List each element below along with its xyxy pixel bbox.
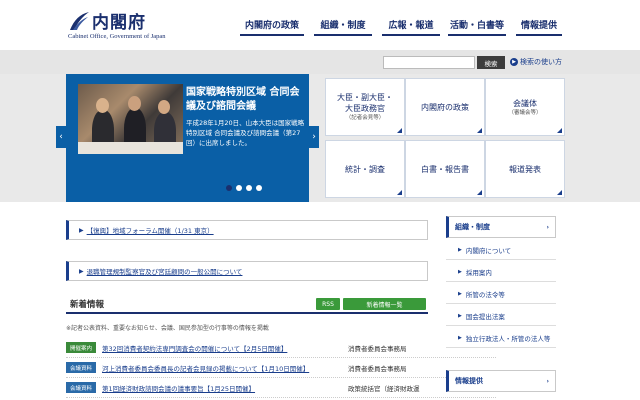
nav-policy[interactable]: 内閣府の政策 [240,14,304,36]
arrow-right-icon: ▶ [458,246,462,253]
search-input[interactable] [383,56,475,69]
corner-arrow-icon [397,128,402,133]
tile-statistics[interactable]: 統計・調査 [325,140,405,198]
news-link[interactable]: 第32回消費者契約法専門調査会の開催について【2月5日開催】 [102,343,342,353]
tile-ministers[interactable]: 大臣・副大臣・大臣政務官 （記者会見等） [325,78,405,136]
slide-title[interactable]: 国家戦略特別区域 合同会議及び諮問会議 [186,86,306,114]
search-button[interactable]: 検索 [477,56,505,69]
slider-prev-button[interactable]: ‹ [56,126,66,148]
tile-label: 白書・報告書 [421,164,469,174]
slider-next-button[interactable]: › [309,126,319,148]
notice-link[interactable]: 退職管理規制監察官及び宮廷顧問の一般公開について [87,266,243,276]
sidebar-item-agencies[interactable]: ▶ 独立行政法人・所管の法人等 [446,328,556,348]
arrow-right-icon: ▶ [458,334,462,341]
news-badge: 会議資料 [66,362,96,373]
tile-press-releases[interactable]: 報道発表 [485,140,565,198]
tile-label: 統計・調査 [345,164,385,174]
notice-link[interactable]: 【復興】地域フォーラム開催（1/31 東京） [87,225,214,235]
tile-white-papers[interactable]: 白書・報告書 [405,140,485,198]
news-badge: 開催案内 [66,342,96,353]
sidebar-item-about[interactable]: ▶ 内閣府について [446,240,556,260]
slider-dot-4[interactable] [256,185,262,191]
chevron-right-icon: › [546,223,549,231]
notice-banner-1[interactable]: ▶ 【復興】地域フォーラム開催（1/31 東京） [66,220,428,240]
nav-public-relations[interactable]: 広報・報道 [382,14,440,36]
news-row: 開催案内 第32回消費者契約法専門調査会の開催について【2月5日開催】 消費者委… [66,338,496,358]
news-title: 新着情報 [70,300,105,310]
notice-banner-2[interactable]: ▶ 退職管理規制監察官及び宮廷顧問の一般公開について [66,261,428,281]
tile-label: 内閣府の政策 [421,102,469,112]
tile-councils[interactable]: 会議体 （審議会等） [485,78,565,136]
nav-information[interactable]: 情報提供 [516,14,562,36]
search-help-label: 検索の使い方 [520,58,562,66]
news-row: 会議資料 第1回経済財政諮問会議の議事要旨【1月25日開催】 政策統括官（経済財… [66,378,496,398]
slider-dot-1[interactable] [226,185,232,191]
nav-organization[interactable]: 組織・制度 [314,14,372,36]
sidebar-item-recruit[interactable]: ▶ 採用案内 [446,262,556,282]
search-help-link[interactable]: ▶ 検索の使い方 [510,57,562,67]
paulownia-logo-icon[interactable] [68,10,90,32]
arrow-right-icon: ▶ [458,290,462,297]
slider-dot-3[interactable] [246,185,252,191]
tile-label: 報道発表 [509,164,541,174]
tile-sublabel: （記者会見等） [345,115,385,121]
circle-arrow-icon: ▶ [510,58,518,66]
news-list-button[interactable]: 新着情報一覧 [343,298,426,310]
news-org: 消費者委員会事務局 [348,344,407,353]
tile-label: 大臣・副大臣・大臣政務官 [337,93,393,113]
tile-sublabel: （審議会等） [508,109,542,116]
sidebar-item-label: 独立行政法人・所管の法人等 [465,334,551,343]
news-link[interactable]: 第1回経済財政諮問会議の議事要旨【1月25日開催】 [102,383,342,393]
arrow-right-icon: ▶ [79,267,84,275]
slide-photo[interactable] [78,84,183,154]
chevron-right-icon: › [546,377,549,385]
arrow-right-icon: ▶ [79,226,84,234]
corner-arrow-icon [557,190,562,195]
sidebar-item-bills[interactable]: ▶ 国会提出法案 [446,306,556,326]
news-link[interactable]: 河上消費者委員会委員長の記者会見録の掲載について【1月10日開催】 [102,363,342,373]
tile-label: 会議体 [513,98,537,108]
slider-dot-2[interactable] [236,185,242,191]
corner-arrow-icon [397,190,402,195]
sidebar-section-information[interactable]: 情報提供 › [446,370,556,392]
sidebar-item-laws[interactable]: ▶ 所管の法令等 [446,284,556,304]
sidebar-item-label: 採用案内 [465,268,492,277]
nav-activities[interactable]: 活動・白書等 [448,14,506,36]
sidebar-item-label: 所管の法令等 [465,290,505,299]
news-org: 消費者委員会事務局 [348,364,407,373]
news-row: 会議資料 河上消費者委員会委員長の記者会見録の掲載について【1月10日開催】 消… [66,358,496,378]
sidebar-section-label: 組織・制度 [455,223,490,231]
corner-arrow-icon [557,128,562,133]
news-badge: 会議資料 [66,382,96,393]
rss-button[interactable]: RSS [316,298,340,310]
corner-arrow-icon [477,190,482,195]
slide-description: 平成28年1月20日、山本大臣は国家戦略特別区域 合同会議及び諮問会議（第27回… [186,119,305,147]
sidebar-item-label: 国会提出法案 [465,312,505,321]
tile-policies[interactable]: 内閣府の政策 [405,78,485,136]
sidebar-item-label: 内閣府について [465,246,512,255]
arrow-right-icon: ▶ [458,268,462,275]
site-logo-subtitle: Cabinet Office, Government of Japan [68,33,166,40]
news-note: ※記者公表資料、重要なお知らせ、会議、国民参加型の行事等の情報を掲載 [66,325,269,332]
sidebar-section-label: 情報提供 [455,377,483,385]
sidebar-section-organization[interactable]: 組織・制度 › [446,216,556,238]
corner-arrow-icon [477,128,482,133]
news-org: 政策統括官（経済財政運 [348,384,420,393]
site-logo-title[interactable]: 内閣府 [92,8,146,33]
arrow-right-icon: ▶ [458,312,462,319]
